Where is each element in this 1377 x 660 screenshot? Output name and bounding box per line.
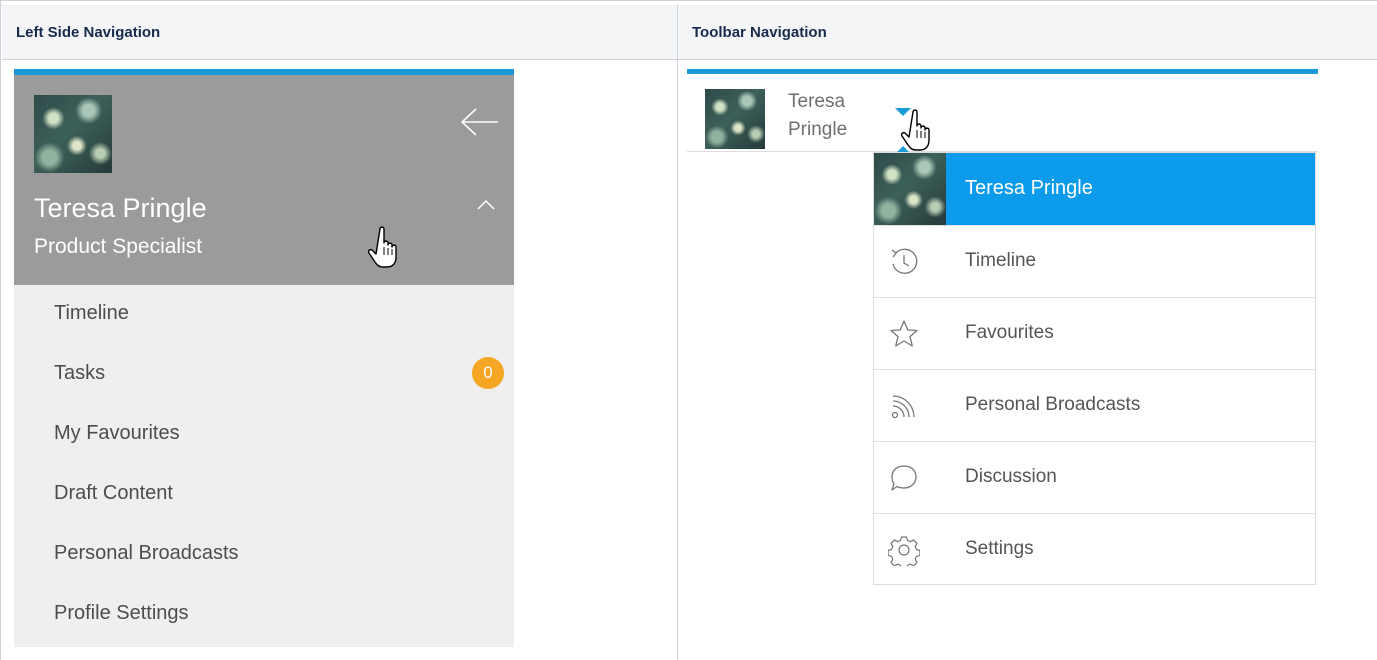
menu-item-settings[interactable]: Settings bbox=[874, 513, 1315, 585]
nav-item-personal-broadcasts[interactable]: Personal Broadcasts bbox=[14, 525, 514, 585]
back-arrow-icon[interactable] bbox=[460, 107, 500, 137]
nav-list: Timeline Tasks 0 My Favourites Draft Cont… bbox=[14, 285, 514, 645]
column-header-left: Left Side Navigation bbox=[2, 5, 677, 60]
user-role: Product Specialist bbox=[34, 235, 203, 258]
nav-item-label: Personal Broadcasts bbox=[54, 542, 239, 564]
user-last-name: Pringle bbox=[788, 119, 848, 140]
nav-item-label: Profile Settings bbox=[54, 602, 189, 624]
left-side-navigation: Teresa Pringle Product Specialist Timeli… bbox=[14, 69, 514, 647]
menu-item-timeline[interactable]: Timeline bbox=[874, 225, 1315, 297]
user-first-name: Teresa bbox=[788, 91, 846, 112]
chevron-up-icon[interactable] bbox=[476, 197, 496, 211]
toolbar-user-name: Teresa Pringle bbox=[788, 88, 847, 144]
nav-item-label: Tasks bbox=[54, 362, 106, 384]
nav-item-draft-content[interactable]: Draft Content bbox=[14, 465, 514, 525]
avatar[interactable] bbox=[705, 89, 765, 149]
tasks-count-badge: 0 bbox=[472, 357, 504, 389]
menu-item-favourites[interactable]: Favourites bbox=[874, 297, 1315, 369]
history-icon bbox=[891, 248, 918, 274]
menu-item-label: Timeline bbox=[965, 250, 1037, 271]
hand-cursor-icon bbox=[901, 109, 930, 151]
speech-bubble-icon bbox=[891, 465, 917, 491]
menu-item-label: Discussion bbox=[965, 466, 1057, 487]
nav-item-profile-settings[interactable]: Profile Settings bbox=[14, 585, 514, 645]
menu-item-label: Settings bbox=[965, 538, 1034, 559]
hand-cursor-icon bbox=[368, 226, 397, 268]
nav-item-label: Draft Content bbox=[54, 482, 173, 504]
gear-icon bbox=[888, 536, 920, 566]
profile-header[interactable]: Teresa Pringle Product Specialist bbox=[14, 75, 514, 285]
nav-item-timeline[interactable]: Timeline bbox=[14, 285, 514, 345]
nav-item-label: Timeline bbox=[54, 302, 129, 324]
menu-item-personal-broadcasts[interactable]: Personal Broadcasts bbox=[874, 369, 1315, 441]
menu-item-discussion[interactable]: Discussion bbox=[874, 441, 1315, 513]
star-icon bbox=[890, 320, 918, 347]
avatar bbox=[874, 153, 946, 225]
menu-profile-header[interactable]: Teresa Pringle bbox=[874, 153, 1315, 225]
nav-item-tasks[interactable]: Tasks 0 bbox=[14, 345, 514, 405]
column-header-right: Toolbar Navigation bbox=[678, 5, 1377, 60]
menu-item-label: Favourites bbox=[965, 322, 1054, 343]
user-dropdown-menu: Teresa Pringle Timeline Favourites Perso… bbox=[873, 152, 1316, 585]
menu-item-label: Personal Broadcasts bbox=[965, 394, 1141, 415]
rss-icon bbox=[891, 395, 915, 419]
user-name: Teresa Pringle bbox=[34, 193, 207, 223]
nav-item-label: My Favourites bbox=[54, 422, 180, 444]
avatar[interactable] bbox=[34, 95, 112, 173]
toolbar-user-button[interactable]: Teresa Pringle bbox=[687, 74, 1318, 154]
nav-item-my-favourites[interactable]: My Favourites bbox=[14, 405, 514, 465]
menu-user-name: Teresa Pringle bbox=[965, 177, 1093, 199]
toolbar-navigation: Teresa Pringle bbox=[687, 69, 1318, 154]
